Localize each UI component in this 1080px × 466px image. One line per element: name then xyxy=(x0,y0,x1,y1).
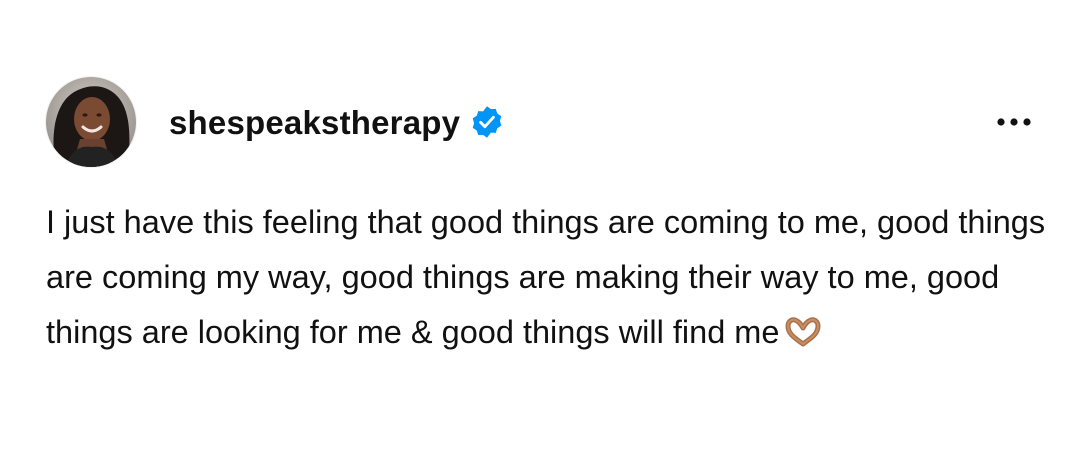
username[interactable]: shespeakstherapy xyxy=(169,106,460,139)
username-row: shespeakstherapy xyxy=(169,105,504,139)
avatar[interactable] xyxy=(46,77,136,167)
post-text-block: I just have this feeling that good thing… xyxy=(46,195,1056,360)
post-text: I just have this feeling that good thing… xyxy=(46,204,1046,350)
avatar-image xyxy=(46,77,136,167)
heart-hands-emoji xyxy=(785,309,821,347)
more-options-icon[interactable] xyxy=(992,111,1036,133)
post-header: shespeakstherapy xyxy=(46,77,1036,167)
post: shespeakstherapy I just have this feelin… xyxy=(0,0,1080,466)
verified-badge-icon xyxy=(470,105,504,139)
